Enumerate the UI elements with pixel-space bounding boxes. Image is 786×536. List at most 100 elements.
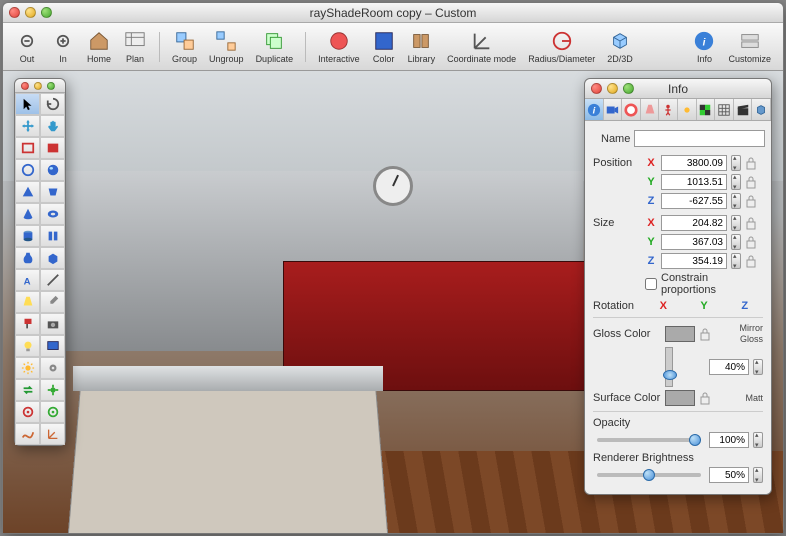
tool-spotlight[interactable]	[15, 291, 40, 313]
stepper[interactable]	[731, 215, 741, 231]
tool-rect-fill[interactable]	[40, 137, 65, 159]
close-icon[interactable]	[21, 82, 29, 90]
2d3d-button[interactable]: 2D/3D	[601, 27, 639, 66]
lock-icon[interactable]	[745, 156, 757, 170]
tool-target-green[interactable]	[40, 401, 65, 423]
stepper[interactable]	[753, 359, 763, 375]
lock-icon[interactable]	[699, 327, 711, 341]
size-x-input[interactable]	[661, 215, 727, 231]
lock-icon[interactable]	[699, 391, 711, 405]
position-y-input[interactable]	[661, 174, 727, 190]
tool-target-red[interactable]	[15, 401, 40, 423]
tab-info[interactable]: i	[585, 99, 604, 120]
tool-line[interactable]	[40, 269, 65, 291]
constrain-checkbox[interactable]	[645, 278, 657, 290]
surface-color-swatch[interactable]	[665, 390, 695, 406]
tab-lifering[interactable]	[622, 99, 641, 120]
position-x-input[interactable]	[661, 155, 727, 171]
axis-z-label: Z	[645, 195, 657, 207]
tool-text[interactable]: A	[15, 269, 40, 291]
stepper[interactable]	[731, 193, 741, 209]
stepper[interactable]	[753, 467, 763, 483]
lock-icon[interactable]	[745, 175, 757, 189]
tool-tube[interactable]	[40, 225, 65, 247]
stepper[interactable]	[731, 234, 741, 250]
coordinate-mode-button[interactable]: Coordinate mode	[441, 27, 522, 66]
stepper[interactable]	[731, 174, 741, 190]
tool-circle[interactable]	[15, 159, 40, 181]
tool-display[interactable]	[40, 335, 65, 357]
main-titlebar[interactable]: rayShadeRoom copy – Custom	[3, 3, 783, 23]
lock-icon[interactable]	[745, 216, 757, 230]
rotation-y[interactable]: Y	[686, 300, 723, 312]
tool-bulb[interactable]	[15, 335, 40, 357]
out-button[interactable]: Out	[9, 27, 45, 66]
lock-icon[interactable]	[745, 235, 757, 249]
tool-sphere[interactable]	[40, 159, 65, 181]
lock-icon[interactable]	[745, 254, 757, 268]
gloss-slider-vertical[interactable]	[665, 347, 673, 387]
tool-paint[interactable]	[15, 313, 40, 335]
tool-select-arrow[interactable]	[15, 93, 40, 115]
tab-figure[interactable]	[659, 99, 678, 120]
info-button[interactable]: iInfo	[686, 27, 722, 66]
rotation-z[interactable]: Z	[726, 300, 763, 312]
tool-pan[interactable]	[15, 115, 40, 137]
tool-eyedropper[interactable]	[40, 291, 65, 313]
minimize-icon[interactable]	[34, 82, 42, 90]
radius-diameter-button[interactable]: Radius/Diameter	[522, 27, 601, 66]
tool-cone[interactable]	[15, 203, 40, 225]
tool-prism[interactable]	[40, 181, 65, 203]
opacity-slider[interactable]	[597, 438, 701, 442]
customize-button[interactable]: Customize	[722, 27, 777, 66]
tool-extrude[interactable]	[40, 247, 65, 269]
tool-torus[interactable]	[40, 203, 65, 225]
tool-gear[interactable]	[40, 357, 65, 379]
tool-axes[interactable]	[40, 423, 65, 445]
tool-pyramid[interactable]	[15, 181, 40, 203]
group-button[interactable]: Group	[166, 27, 203, 66]
size-z-input[interactable]	[661, 253, 727, 269]
tab-camera[interactable]	[604, 99, 623, 120]
name-input[interactable]	[634, 130, 765, 147]
renderer-slider[interactable]	[597, 473, 701, 477]
svg-text:i: i	[592, 105, 595, 116]
tab-cube[interactable]	[752, 99, 771, 120]
renderer-pct-input[interactable]	[709, 467, 749, 483]
color-button[interactable]: Color	[366, 27, 402, 66]
stepper[interactable]	[731, 155, 741, 171]
tool-path[interactable]	[15, 423, 40, 445]
stepper[interactable]	[753, 432, 763, 448]
tool-rotate[interactable]	[40, 93, 65, 115]
plan-button[interactable]: Plan	[117, 27, 153, 66]
position-z-input[interactable]	[661, 193, 727, 209]
tool-sun[interactable]	[15, 357, 40, 379]
lock-icon[interactable]	[745, 194, 757, 208]
tool-lathe[interactable]	[15, 247, 40, 269]
tool-cylinder[interactable]	[15, 225, 40, 247]
size-y-input[interactable]	[661, 234, 727, 250]
home-button[interactable]: Home	[81, 27, 117, 66]
info-panel-title: Info	[585, 82, 771, 96]
opacity-pct-input[interactable]	[709, 432, 749, 448]
gloss-color-swatch[interactable]	[665, 326, 695, 342]
stepper[interactable]	[731, 253, 741, 269]
duplicate-button[interactable]: Duplicate	[250, 27, 300, 66]
zoom-icon[interactable]	[47, 82, 55, 90]
tool-hand[interactable]	[40, 115, 65, 137]
tool-camera[interactable]	[40, 313, 65, 335]
tab-grid[interactable]	[715, 99, 734, 120]
tool-swap[interactable]	[15, 379, 40, 401]
tab-checker[interactable]	[697, 99, 716, 120]
ungroup-button[interactable]: Ungroup	[203, 27, 250, 66]
library-button[interactable]: Library	[402, 27, 442, 66]
tab-spotlight[interactable]	[641, 99, 660, 120]
tool-move-axis[interactable]	[40, 379, 65, 401]
tab-sun[interactable]	[678, 99, 697, 120]
gloss-pct-input[interactable]	[709, 359, 749, 375]
rotation-x[interactable]: X	[645, 300, 682, 312]
in-button[interactable]: In	[45, 27, 81, 66]
tool-rect[interactable]	[15, 137, 40, 159]
tab-clapper[interactable]	[734, 99, 753, 120]
interactive-button[interactable]: Interactive	[312, 27, 366, 66]
